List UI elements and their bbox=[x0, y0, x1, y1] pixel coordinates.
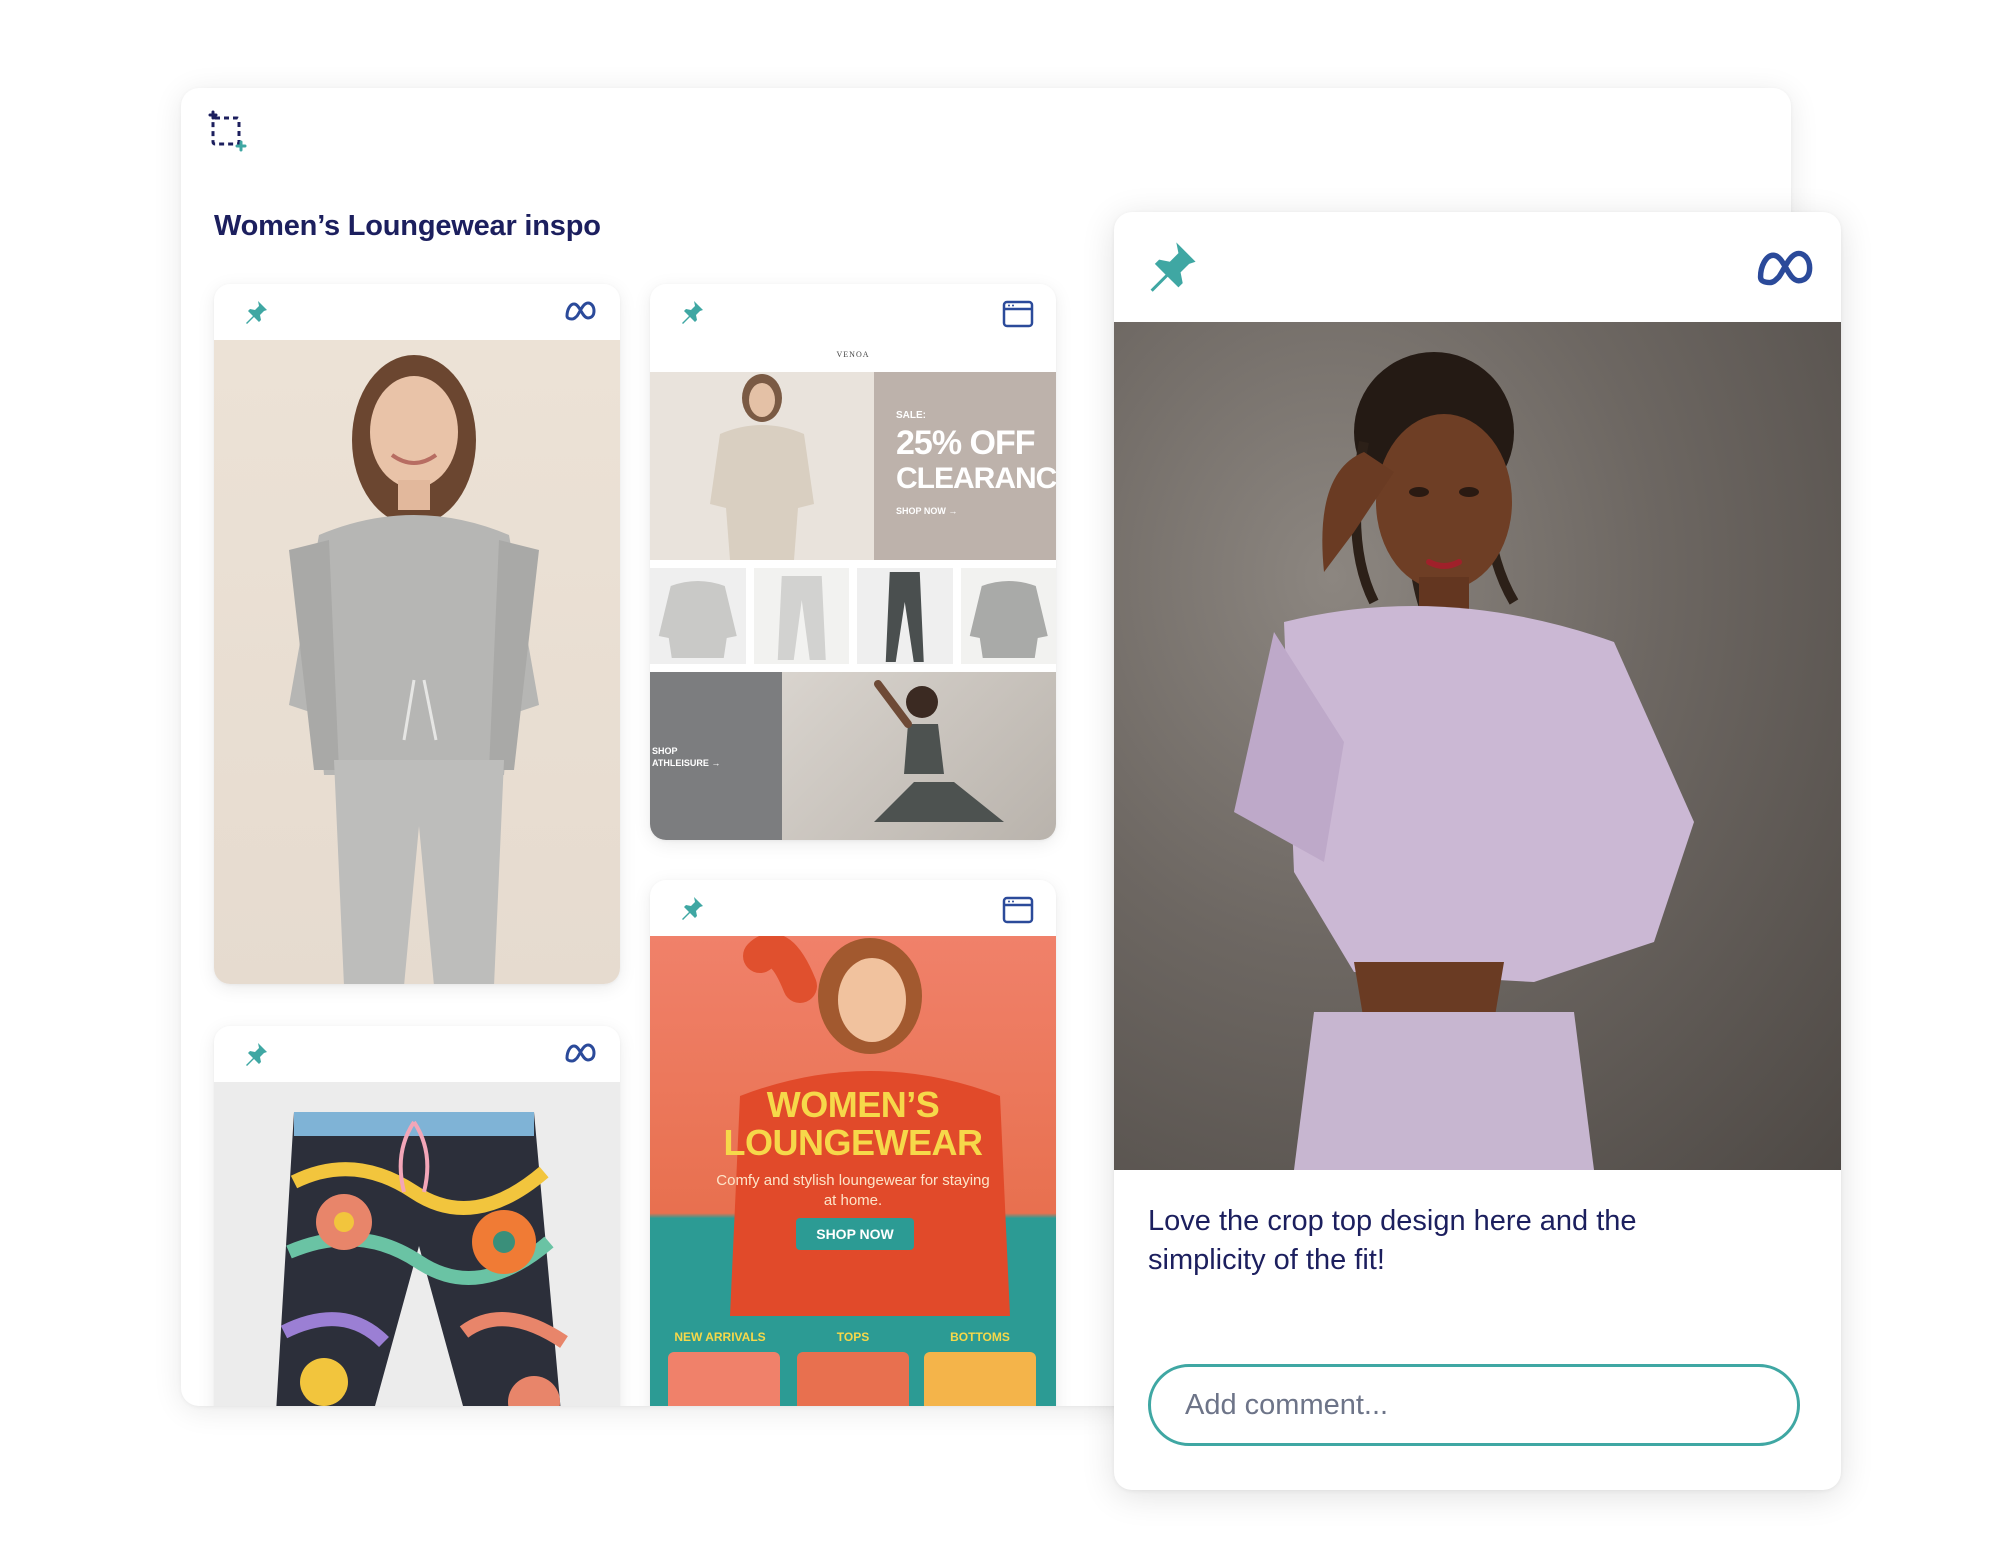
product-joggers bbox=[753, 568, 849, 664]
loungewear-headline-2: LOUNGEWEAR bbox=[723, 1122, 984, 1163]
category-tops[interactable]: TOPS bbox=[797, 1330, 909, 1344]
product-row bbox=[650, 568, 1056, 664]
loungewear-sub-1: Comfy and stylish loungewear for staying bbox=[716, 1172, 990, 1189]
sale-label: SALE: bbox=[896, 410, 926, 421]
email-brand: VENOA bbox=[836, 350, 870, 359]
photo-woman-grey-sweatsuit bbox=[214, 340, 620, 984]
pin-detail-card: Love the crop top design here and the si… bbox=[1114, 212, 1841, 1490]
athleisure-panel bbox=[650, 672, 782, 840]
pushpin-icon[interactable] bbox=[242, 298, 270, 326]
category-thumb-2 bbox=[797, 1352, 909, 1406]
card-header bbox=[214, 284, 620, 340]
category-new-arrivals[interactable]: NEW ARRIVALS bbox=[664, 1330, 776, 1344]
add-comment-input[interactable]: Add comment... bbox=[1148, 1364, 1800, 1446]
sale-headline-2: CLEARANCE bbox=[896, 462, 1056, 495]
category-thumb-1 bbox=[668, 1352, 780, 1406]
loungewear-cta-button[interactable]: SHOP NOW bbox=[796, 1218, 914, 1250]
pin-card-venoa-email[interactable]: VENOA SALE: 25% OFF CLEARANCE SHOP NOW → bbox=[650, 284, 1056, 840]
email-womens-loungewear: WOMEN’S LOUNGEWEAR Comfy and stylish lou… bbox=[650, 936, 1056, 1406]
pushpin-icon[interactable] bbox=[678, 894, 706, 922]
product-leggings bbox=[857, 568, 953, 664]
athleisure-photo bbox=[782, 672, 1056, 840]
card-header bbox=[650, 880, 1056, 936]
loungewear-headline-1: WOMEN’S bbox=[766, 1084, 940, 1125]
pushpin-icon[interactable] bbox=[1142, 236, 1202, 296]
photo-colorful-pants bbox=[214, 1082, 620, 1406]
sale-headline-1: 25% OFF bbox=[896, 424, 1035, 462]
pushpin-icon[interactable] bbox=[242, 1040, 270, 1068]
athleisure-label-2: ATHLEISURE → bbox=[652, 758, 721, 768]
sale-cta: SHOP NOW → bbox=[896, 506, 958, 516]
hero-photo bbox=[650, 372, 874, 560]
product-crewneck bbox=[960, 568, 1056, 664]
meta-logo-icon bbox=[565, 301, 596, 321]
product-sweatshirt bbox=[650, 568, 746, 664]
email-venoa-sale: VENOA SALE: 25% OFF CLEARANCE SHOP NOW → bbox=[650, 340, 1056, 840]
loungewear-sub-2: at home. bbox=[823, 1192, 883, 1209]
pin-card-loungewear-email[interactable]: WOMEN’S LOUNGEWEAR Comfy and stylish lou… bbox=[650, 880, 1056, 1406]
pin-card-colorful-pants[interactable] bbox=[214, 1026, 620, 1406]
pin-comment: Love the crop top design here and the si… bbox=[1148, 1205, 1637, 1276]
athleisure-label-1: SHOP bbox=[652, 746, 678, 756]
category-bottoms[interactable]: BOTTOMS bbox=[924, 1330, 1036, 1344]
browser-window-icon bbox=[1002, 896, 1034, 924]
pushpin-icon[interactable] bbox=[678, 298, 706, 326]
board-title: Women’s Loungewear inspo bbox=[214, 210, 601, 242]
pin-card-grey-sweatsuit[interactable] bbox=[214, 284, 620, 984]
photo-woman-lavender-crop-top bbox=[1114, 322, 1841, 1170]
meta-logo-icon bbox=[1757, 250, 1813, 286]
meta-logo-icon bbox=[565, 1043, 596, 1063]
crop-add-icon[interactable] bbox=[205, 108, 249, 152]
browser-window-icon bbox=[1002, 300, 1034, 328]
category-thumb-3 bbox=[924, 1352, 1036, 1406]
card-header bbox=[650, 284, 1056, 340]
card-header bbox=[214, 1026, 620, 1082]
